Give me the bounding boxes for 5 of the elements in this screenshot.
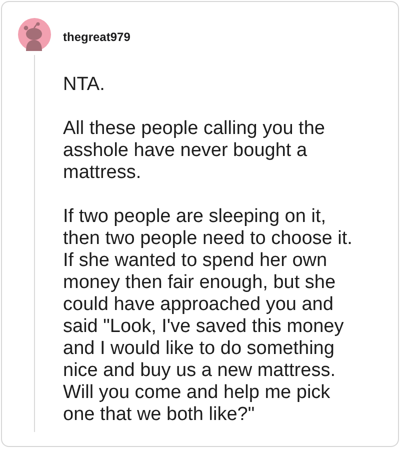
comment-paragraph: All these people calling you the asshole have never bought a mattress. (63, 118, 326, 184)
username[interactable]: thegreat979 (63, 28, 130, 46)
avatar-icon (18, 18, 51, 51)
comment-paragraph: NTA. (63, 74, 106, 96)
comment-paragraph: If two people are sleeping on it, then two people need to choose it. If she wanted to spend her own money then fair enough, but she could have approached you and said "Look, I've saved this money and I would like to do something nice and buy us a new mattress. Will you come and help me pick one that we both like?" (63, 206, 354, 426)
